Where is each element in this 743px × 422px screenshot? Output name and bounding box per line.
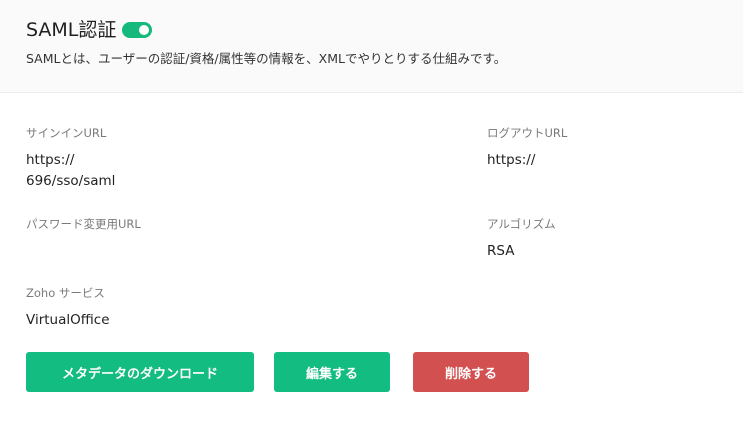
edit-button[interactable]: 編集する [274, 352, 390, 392]
page-title: SAML認証 [26, 19, 117, 41]
zoho-service-label: Zoho サービス [26, 286, 105, 300]
saml-enable-toggle[interactable] [122, 22, 153, 38]
signin-url-line2: 696/sso/saml [26, 173, 116, 189]
title-row: SAML認証 [26, 17, 153, 43]
signin-url-label: サインインURL [26, 126, 107, 140]
signin-url-line1: https:// [26, 152, 75, 168]
logout-url-value: https:// [487, 152, 536, 168]
algorithm-label: アルゴリズム [487, 217, 556, 231]
signin-url-value: https:// 696/sso/saml [26, 150, 115, 192]
download-metadata-button[interactable]: メタデータのダウンロード [26, 352, 254, 392]
saml-header: SAML認証 SAMLとは、ユーザーの認証/資格/属性等の情報を、XMLでやりと… [0, 0, 743, 93]
algorithm-value: RSA [487, 243, 515, 259]
logout-url-label: ログアウトURL [487, 126, 568, 140]
delete-button[interactable]: 削除する [413, 352, 529, 392]
saml-description: SAMLとは、ユーザーの認証/資格/属性等の情報を、XMLでやりとりする仕組みで… [26, 51, 507, 66]
password-change-url-label: パスワード変更用URL [26, 217, 141, 231]
zoho-service-value: VirtualOffice [26, 312, 110, 328]
toggle-knob [139, 25, 150, 35]
